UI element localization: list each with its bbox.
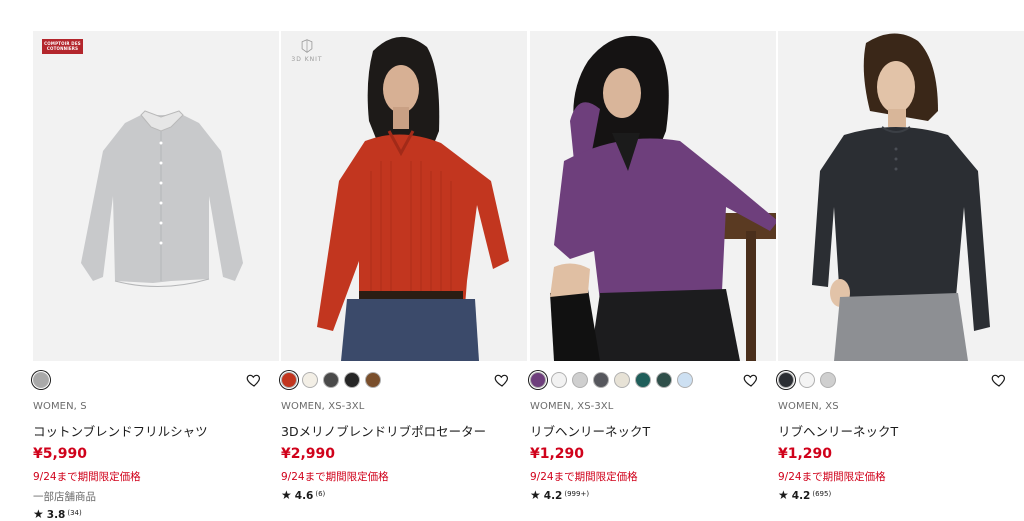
- product-card[interactable]: 3D KNIT WOMEN, XS-3XL 3Dメリノブレンドリブポロセーター …: [281, 31, 529, 521]
- product-meta: WOMEN, XS-3XL: [281, 401, 365, 412]
- product-meta: WOMEN, XS-3XL: [530, 401, 614, 412]
- promo-text: 9/24まで期間限定価格: [530, 471, 638, 483]
- promo-text: 9/24まで期間限定価格: [33, 471, 141, 483]
- product-image[interactable]: [778, 31, 1024, 361]
- color-swatch[interactable]: [281, 372, 297, 388]
- brand-badge: COMPTOIR DES COTONNIERS: [42, 39, 83, 54]
- star-icon: ★: [281, 488, 292, 502]
- color-swatch[interactable]: [656, 372, 672, 388]
- color-swatch[interactable]: [323, 372, 339, 388]
- color-swatch[interactable]: [677, 372, 693, 388]
- product-card[interactable]: COMPTOIR DES COTONNIERS WOMEN, S コットンブレン…: [33, 31, 281, 521]
- review-count: (6): [315, 490, 326, 498]
- product-rating: ★ 4.2 (999+): [530, 488, 589, 502]
- color-swatch[interactable]: [635, 372, 651, 388]
- product-price: ¥1,290: [778, 446, 833, 462]
- product-rating: ★ 4.6 (6): [281, 488, 325, 502]
- product-price: ¥1,290: [530, 446, 585, 462]
- color-swatch[interactable]: [302, 372, 318, 388]
- color-swatches: [33, 372, 49, 390]
- color-swatch[interactable]: [551, 372, 567, 388]
- color-swatches: [530, 372, 693, 390]
- 3d-knit-logo-icon: [301, 39, 313, 53]
- product-name[interactable]: 3Dメリノブレンドリブポロセーター: [281, 421, 486, 440]
- product-grid: COMPTOIR DES COTONNIERS WOMEN, S コットンブレン…: [33, 31, 1024, 521]
- product-rating: ★ 3.8 (34): [33, 507, 82, 521]
- color-swatch[interactable]: [530, 372, 546, 388]
- rating-score: 3.8: [46, 509, 66, 521]
- heart-outline-icon[interactable]: [494, 372, 510, 388]
- product-meta: WOMEN, XS: [778, 401, 839, 412]
- color-swatch[interactable]: [820, 372, 836, 388]
- product-image[interactable]: [530, 31, 776, 361]
- color-swatch[interactable]: [344, 372, 360, 388]
- color-swatch[interactable]: [614, 372, 630, 388]
- feature-badge: 3D KNIT: [287, 39, 327, 63]
- promo-text: 9/24まで期間限定価格: [281, 471, 389, 483]
- color-swatch[interactable]: [778, 372, 794, 388]
- product-rating: ★ 4.2 (695): [778, 488, 831, 502]
- color-swatch[interactable]: [365, 372, 381, 388]
- color-swatch[interactable]: [33, 372, 49, 388]
- product-image[interactable]: 3D KNIT: [281, 31, 527, 361]
- heart-outline-icon[interactable]: [991, 372, 1007, 388]
- heart-outline-icon[interactable]: [246, 372, 262, 388]
- star-icon: ★: [530, 488, 541, 502]
- star-icon: ★: [778, 488, 789, 502]
- color-swatch[interactable]: [799, 372, 815, 388]
- product-name[interactable]: リブヘンリーネックT: [530, 421, 650, 440]
- product-price: ¥2,990: [281, 446, 336, 462]
- promo-text: 9/24まで期間限定価格: [778, 471, 886, 483]
- product-price: ¥5,990: [33, 446, 88, 462]
- color-swatch[interactable]: [572, 372, 588, 388]
- rating-score: 4.2: [791, 490, 811, 502]
- product-name[interactable]: リブヘンリーネックT: [778, 421, 898, 440]
- star-icon: ★: [33, 507, 44, 521]
- product-name[interactable]: コットンブレンドフリルシャツ: [33, 421, 208, 440]
- review-count: (999+): [564, 490, 590, 498]
- product-image[interactable]: COMPTOIR DES COTONNIERS: [33, 31, 279, 361]
- heart-outline-icon[interactable]: [743, 372, 759, 388]
- review-count: (34): [67, 509, 82, 517]
- rating-score: 4.6: [294, 490, 314, 502]
- product-meta: WOMEN, S: [33, 401, 87, 412]
- rating-score: 4.2: [543, 490, 563, 502]
- product-card[interactable]: WOMEN, XS リブヘンリーネックT ¥1,290 9/24まで期間限定価格…: [778, 31, 1024, 521]
- color-swatch[interactable]: [593, 372, 609, 388]
- store-availability-note: 一部店舗商品: [33, 491, 96, 503]
- product-card[interactable]: WOMEN, XS-3XL リブヘンリーネックT ¥1,290 9/24まで期間…: [530, 31, 778, 521]
- review-count: (695): [812, 490, 832, 498]
- color-swatches: [778, 372, 836, 390]
- color-swatches: [281, 372, 381, 390]
